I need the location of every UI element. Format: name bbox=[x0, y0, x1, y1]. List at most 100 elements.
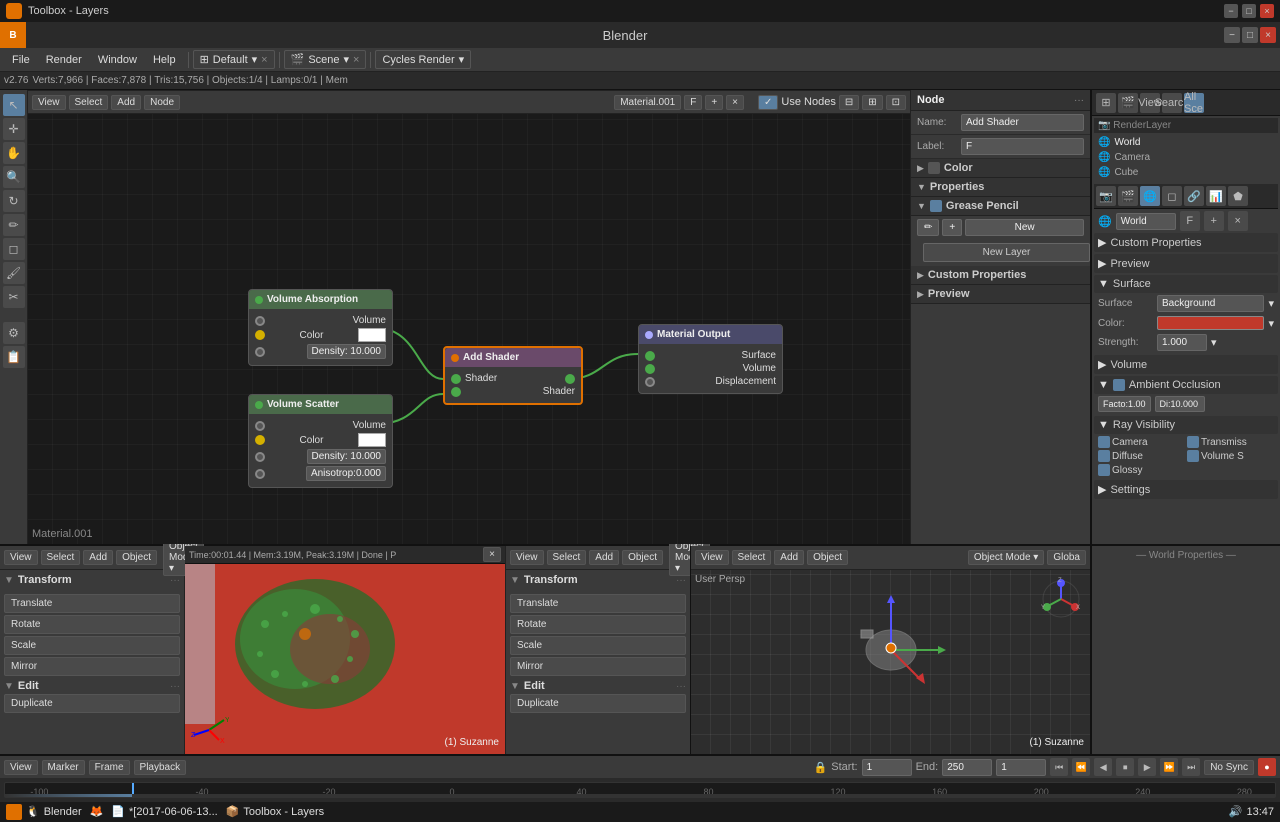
cube-item[interactable]: 🌐 Cube bbox=[1094, 165, 1278, 180]
br-custom-props-header[interactable]: ▶ Custom Properties bbox=[1094, 233, 1278, 252]
3d-viewport-content[interactable]: User Persp Z X Y (1) Suzanne bbox=[691, 570, 1090, 754]
app-maximize-button[interactable]: □ bbox=[1242, 27, 1258, 43]
ne-close-btn[interactable]: × bbox=[726, 95, 744, 110]
br-di-value[interactable]: Di:10.000 bbox=[1155, 396, 1205, 412]
br-ao-check[interactable] bbox=[1113, 379, 1125, 391]
world-prop-icon-btn active[interactable]: 🌐 bbox=[1140, 186, 1160, 206]
world-name-field[interactable]: World bbox=[1116, 213, 1176, 230]
gp-section-header[interactable]: ▼ Grease Pencil bbox=[911, 197, 1090, 216]
tl-playback-btn[interactable]: Playback bbox=[134, 760, 187, 775]
lr-scale-btn[interactable]: Scale bbox=[510, 636, 686, 655]
ne-f-btn[interactable]: F bbox=[684, 95, 702, 110]
layout-selector[interactable]: ⊞ Default ▾ × bbox=[193, 50, 275, 69]
br-all-scenes-btn[interactable]: All Sce bbox=[1184, 93, 1204, 113]
engine-selector[interactable]: Cycles Render ▾ bbox=[375, 50, 471, 69]
app-close-button[interactable]: × bbox=[1260, 27, 1276, 43]
node-material-output[interactable]: Material Output Surface Volume bbox=[638, 324, 783, 394]
tl-record-btn[interactable]: ● bbox=[1258, 758, 1276, 776]
ll-object-btn[interactable]: Object bbox=[116, 550, 157, 565]
vs-density-field[interactable]: Density: 10.000 bbox=[307, 449, 387, 464]
br-glossy-check[interactable] bbox=[1098, 464, 1110, 476]
lr-add-btn[interactable]: Add bbox=[589, 550, 619, 565]
br-volumes-check[interactable] bbox=[1187, 450, 1199, 462]
ne-use-nodes-check[interactable]: ✓ bbox=[758, 95, 778, 110]
br-factor-value[interactable]: Facto:1.00 bbox=[1098, 396, 1151, 412]
ne-select-btn[interactable]: Select bbox=[69, 95, 109, 110]
object-prop-icon-btn[interactable]: ◻ bbox=[1162, 186, 1182, 206]
ne-add-btn[interactable]: Add bbox=[111, 95, 141, 110]
data-prop-icon-btn[interactable]: 📊 bbox=[1206, 186, 1226, 206]
tl-sync-btn[interactable]: No Sync bbox=[1204, 760, 1254, 775]
lr-translate-btn[interactable]: Translate bbox=[510, 594, 686, 613]
br-transmiss-check[interactable] bbox=[1187, 436, 1199, 448]
ll-add-btn[interactable]: Add bbox=[83, 550, 113, 565]
color-section-header[interactable]: ▶ Color bbox=[911, 159, 1090, 178]
duplicate-btn[interactable]: Duplicate bbox=[4, 694, 180, 713]
tool-rotate[interactable]: ↻ bbox=[3, 190, 25, 212]
gp-pencil-icon-btn[interactable]: ✏ bbox=[917, 219, 939, 236]
tl-jump-end-btn[interactable]: ⏭ bbox=[1182, 758, 1200, 776]
tool-knife[interactable]: ✂ bbox=[3, 286, 25, 308]
gp-check[interactable] bbox=[930, 200, 942, 212]
world-item[interactable]: 🌐 World bbox=[1094, 135, 1278, 150]
ne-node-btn[interactable]: Node bbox=[144, 95, 180, 110]
tl-stop-btn[interactable]: ⏹ bbox=[1116, 758, 1134, 776]
br-settings-header[interactable]: ▶ Settings bbox=[1094, 480, 1278, 499]
maximize-button[interactable]: □ bbox=[1242, 4, 1256, 18]
lower-viewport-content[interactable]: Y X Z (1) Suzanne bbox=[185, 564, 505, 754]
3d-select-btn[interactable]: Select bbox=[732, 550, 772, 565]
tl-end-value[interactable]: 250 bbox=[942, 759, 992, 776]
3d-add-btn[interactable]: Add bbox=[774, 550, 804, 565]
world-x-btn[interactable]: × bbox=[1228, 211, 1248, 231]
tl-frame-btn[interactable]: Frame bbox=[89, 760, 130, 775]
tool-layers[interactable]: 📋 bbox=[3, 346, 25, 368]
ne-material-name[interactable]: Material.001 bbox=[614, 95, 681, 110]
node-label-input[interactable]: F bbox=[961, 138, 1084, 155]
br-diffuse-check[interactable] bbox=[1098, 450, 1110, 462]
new-layer-btn[interactable]: New Layer bbox=[923, 243, 1090, 262]
minimize-button[interactable]: − bbox=[1224, 4, 1238, 18]
tool-properties[interactable]: ⚙ bbox=[3, 322, 25, 344]
br-surface-header[interactable]: ▼ Surface bbox=[1094, 275, 1278, 293]
ne-view-btn[interactable]: View bbox=[32, 95, 66, 110]
ne-icon3[interactable]: ⊡ bbox=[886, 95, 906, 110]
node-volume-absorption[interactable]: Volume Absorption Volume Color bbox=[248, 289, 393, 366]
ne-add-socket-btn[interactable]: + bbox=[705, 95, 723, 110]
custom-props-header[interactable]: ▶ Custom Properties bbox=[911, 266, 1090, 285]
scene-prop-icon-btn[interactable]: 🎬 bbox=[1118, 186, 1138, 206]
menu-help[interactable]: Help bbox=[145, 52, 184, 68]
tl-current-frame[interactable]: 1 bbox=[996, 759, 1046, 776]
tl-marker-btn[interactable]: Marker bbox=[42, 760, 85, 775]
br-preview-header[interactable]: ▶ Preview bbox=[1094, 254, 1278, 273]
va-color-swatch[interactable] bbox=[358, 328, 386, 342]
br-search-btn[interactable]: Search bbox=[1162, 93, 1182, 113]
tool-pan[interactable]: ✋ bbox=[3, 142, 25, 164]
scene-selector[interactable]: 🎬 Scene ▾ × bbox=[284, 50, 367, 69]
vs-aniso-field[interactable]: Anisotrop:0.000 bbox=[306, 466, 386, 481]
lr-view-btn[interactable]: View bbox=[510, 550, 544, 565]
tl-view-btn[interactable]: View bbox=[4, 760, 38, 775]
lower-close-btn[interactable]: × bbox=[483, 547, 501, 562]
tool-zoom[interactable]: 🔍 bbox=[3, 166, 25, 188]
ne-icon1[interactable]: ⊟ bbox=[839, 95, 859, 110]
br-camera-check[interactable] bbox=[1098, 436, 1110, 448]
br-color-swatch[interactable] bbox=[1157, 316, 1264, 330]
world-f-btn[interactable]: F bbox=[1180, 211, 1200, 231]
camera-item[interactable]: 🌐 Camera bbox=[1094, 150, 1278, 165]
properties-section-header[interactable]: ▼ Properties bbox=[911, 178, 1090, 197]
ll-view-btn[interactable]: View bbox=[4, 550, 38, 565]
preview-section-header[interactable]: ▶ Preview bbox=[911, 285, 1090, 304]
menu-file[interactable]: File bbox=[4, 52, 38, 68]
3d-global-btn[interactable]: Globa bbox=[1047, 550, 1086, 565]
3d-mode-btn[interactable]: Object Mode ▾ bbox=[968, 550, 1045, 565]
tl-start-value[interactable]: 1 bbox=[862, 759, 912, 776]
tool-pointer[interactable]: ↖ bbox=[3, 94, 25, 116]
app-minimize-button[interactable]: − bbox=[1224, 27, 1240, 43]
tl-next-frame-btn[interactable]: ⏩ bbox=[1160, 758, 1178, 776]
render-icon-btn[interactable]: 📷 bbox=[1096, 186, 1116, 206]
node-add-shader[interactable]: Add Shader Shader Shader bbox=[443, 346, 583, 405]
node-editor-canvas[interactable]: Volume Absorption Volume Color bbox=[28, 114, 910, 544]
node-volume-scatter[interactable]: Volume Scatter Volume Color bbox=[248, 394, 393, 488]
lr-object-btn[interactable]: Object bbox=[622, 550, 663, 565]
lr-select-btn[interactable]: Select bbox=[547, 550, 587, 565]
